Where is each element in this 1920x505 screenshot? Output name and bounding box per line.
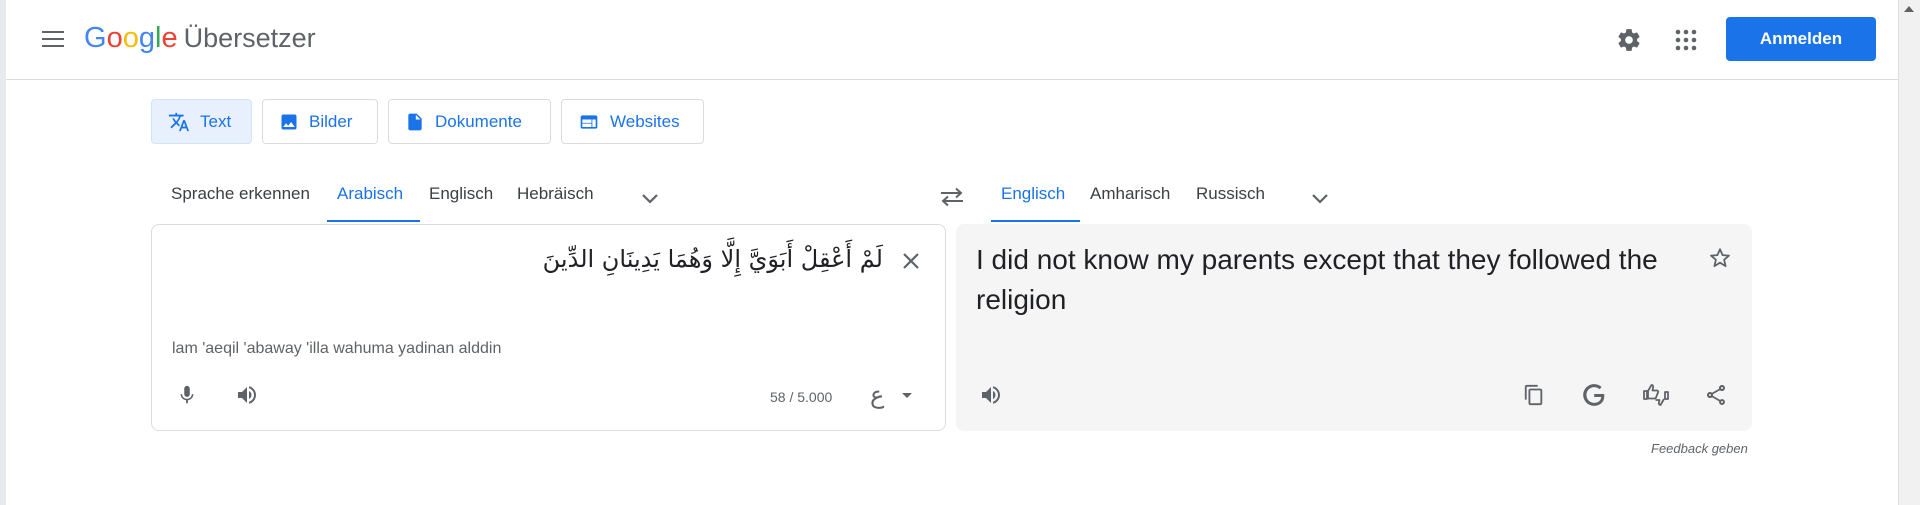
source-lang-hebrew[interactable]: Hebräisch (507, 176, 604, 222)
page: Google Übersetzer Anmelden Text Bilder D… (0, 0, 1920, 505)
speaker-icon (238, 386, 256, 404)
target-lang-amharic[interactable]: Amharisch (1080, 176, 1180, 222)
apps-grid-icon (1675, 29, 1697, 51)
close-icon (903, 253, 919, 269)
source-text-input[interactable]: لَمْ أَعْقِلْ أَبَوَيَّ إِلَّا وَهُمَا ي… (543, 245, 883, 273)
swap-icon (941, 187, 963, 207)
product-name: Übersetzer (183, 23, 316, 53)
target-lang-russian[interactable]: Russisch (1186, 176, 1275, 222)
share-translation-button[interactable] (1696, 375, 1736, 415)
source-lang-more-button[interactable] (636, 184, 664, 212)
settings-button[interactable] (1609, 20, 1649, 60)
character-count: 58 / 5.000 (770, 389, 833, 405)
target-listen-button[interactable] (971, 375, 1011, 415)
gear-icon (1618, 29, 1640, 51)
sign-in-button[interactable]: Anmelden (1726, 17, 1876, 61)
source-lang-english[interactable]: Englisch (419, 176, 503, 222)
target-lang-more-button[interactable] (1306, 184, 1334, 212)
source-lang-arabic[interactable]: Arabisch (327, 176, 420, 222)
source-listen-button[interactable] (227, 375, 267, 415)
save-translation-button[interactable] (1700, 238, 1740, 278)
target-panel: I did not know my parents except that th… (956, 224, 1752, 431)
share-icon (1707, 385, 1725, 405)
microphone-icon (180, 385, 194, 404)
speaker-icon (982, 386, 1000, 404)
input-tools-button[interactable]: ع (870, 381, 884, 409)
clear-source-button[interactable] (897, 247, 925, 275)
app-header: Google Übersetzer Anmelden (6, 0, 1898, 80)
tab-documents[interactable]: Dokumente (388, 99, 551, 144)
target-lang-english[interactable]: Englisch (991, 176, 1080, 222)
star-icon (1710, 248, 1730, 267)
source-lang-detect[interactable]: Sprache erkennen (161, 176, 320, 222)
google-g-icon (1583, 384, 1605, 406)
chevron-down-icon (642, 194, 658, 204)
apps-button[interactable] (1666, 20, 1706, 60)
rate-translation-button[interactable] (1636, 375, 1676, 415)
document-icon (408, 113, 422, 130)
menu-icon (42, 31, 64, 33)
translation-output: I did not know my parents except that th… (976, 244, 1658, 315)
input-tools-dropdown-icon[interactable] (902, 393, 912, 398)
scrollbar[interactable] (1898, 0, 1920, 505)
google-search-button[interactable] (1574, 375, 1614, 415)
translate-icon (168, 112, 190, 131)
voice-input-button[interactable] (167, 375, 207, 415)
transliteration-text: lam 'aeqil 'abaway 'illa wahuma yadinan … (172, 340, 502, 357)
copy-icon (1524, 384, 1543, 406)
copy-translation-button[interactable] (1514, 375, 1554, 415)
image-icon (281, 114, 297, 129)
tab-websites[interactable]: Websites (561, 99, 704, 144)
send-feedback-link[interactable]: Feedback geben (1651, 441, 1748, 456)
thumbs-up-down-icon (1643, 384, 1669, 406)
tab-text[interactable]: Text (151, 99, 252, 144)
website-icon (580, 114, 598, 129)
swap-languages-button[interactable] (935, 180, 969, 214)
main-menu-button[interactable] (36, 22, 70, 56)
tab-images[interactable]: Bilder (262, 99, 378, 144)
source-panel: لَمْ أَعْقِلْ أَبَوَيَّ إِلَّا وَهُمَا ي… (151, 224, 946, 431)
chevron-down-icon (1312, 194, 1328, 204)
google-translate-logo[interactable]: Google Übersetzer (84, 22, 316, 55)
scroll-up-arrow-icon[interactable] (1904, 6, 1914, 12)
